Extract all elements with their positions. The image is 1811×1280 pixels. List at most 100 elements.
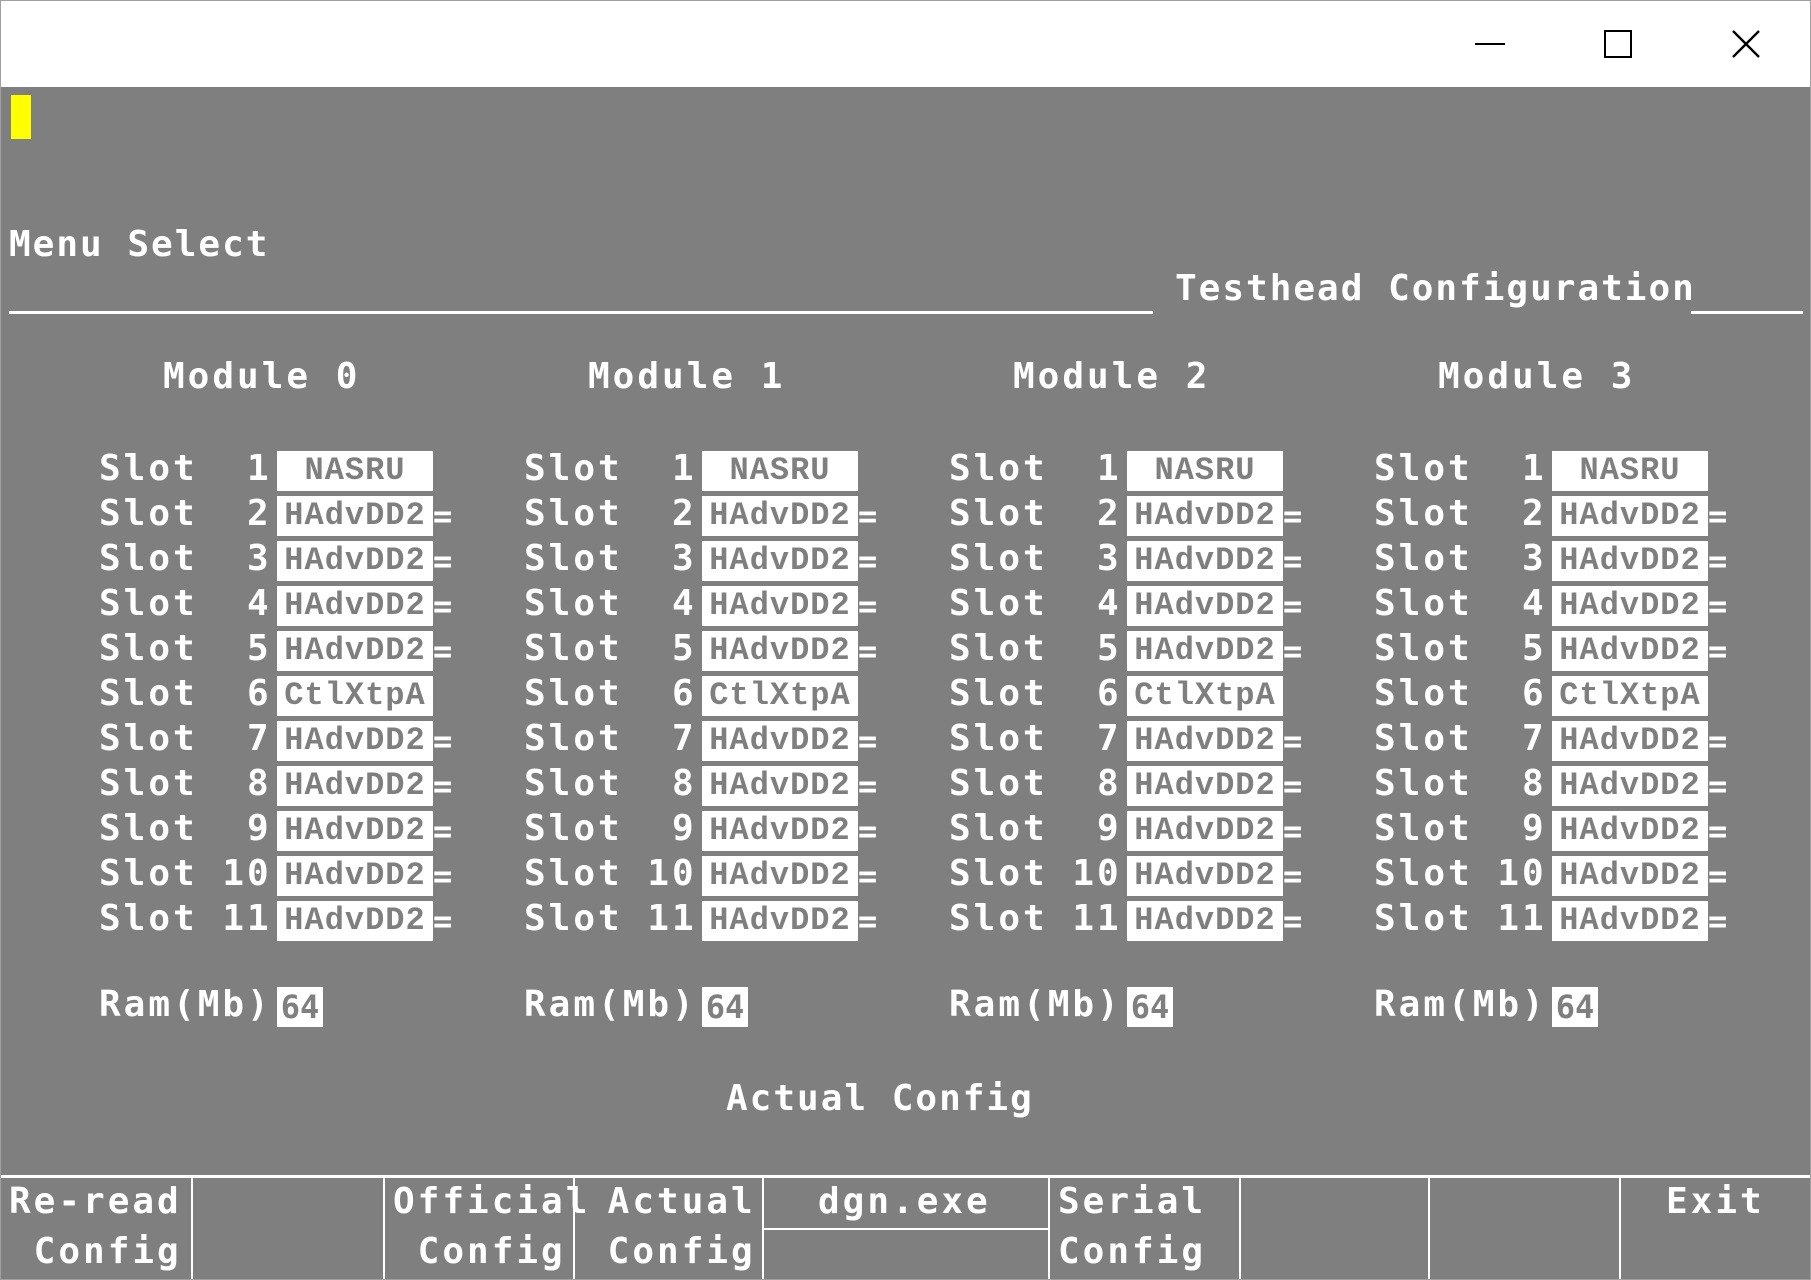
slot-field[interactable]: HAdvDD2 bbox=[1127, 586, 1283, 626]
slot-overflow-marker: = bbox=[858, 857, 878, 895]
slot-field[interactable]: HAdvDD2 bbox=[1552, 496, 1708, 536]
slot-field[interactable]: CtlXtpA bbox=[1127, 676, 1283, 716]
maximize-icon bbox=[1604, 30, 1632, 58]
slot-label: Slot 6 bbox=[949, 673, 1122, 714]
slot-field[interactable]: HAdvDD2 bbox=[702, 856, 858, 896]
slot-field[interactable]: HAdvDD2 bbox=[277, 766, 433, 806]
slot-label: Slot 1 bbox=[99, 448, 272, 489]
close-icon bbox=[1732, 30, 1760, 58]
slot-label: Slot 10 bbox=[99, 853, 272, 894]
slot-field[interactable]: HAdvDD2 bbox=[1127, 811, 1283, 851]
slot-field[interactable]: HAdvDD2 bbox=[1552, 766, 1708, 806]
slot-field[interactable]: HAdvDD2 bbox=[1127, 631, 1283, 671]
slot-field[interactable]: HAdvDD2 bbox=[1552, 721, 1708, 761]
slot-overflow-marker: = bbox=[433, 632, 453, 670]
slot-label: Slot 8 bbox=[1374, 763, 1547, 804]
function-key-7[interactable] bbox=[1241, 1178, 1430, 1279]
slot-field[interactable]: HAdvDD2 bbox=[277, 901, 433, 941]
slot-overflow-marker: = bbox=[858, 587, 878, 625]
module-3-title: Module 3 bbox=[1438, 356, 1636, 397]
slot-field[interactable]: NASRU bbox=[1552, 451, 1708, 491]
slot-field[interactable]: NASRU bbox=[277, 451, 433, 491]
slot-field[interactable]: HAdvDD2 bbox=[277, 586, 433, 626]
slot-field[interactable]: HAdvDD2 bbox=[702, 496, 858, 536]
slot-field[interactable]: HAdvDD2 bbox=[1552, 811, 1708, 851]
slot-field[interactable]: HAdvDD2 bbox=[1127, 541, 1283, 581]
slot-overflow-marker: = bbox=[1283, 902, 1303, 940]
slot-field[interactable]: HAdvDD2 bbox=[702, 586, 858, 626]
function-key-9[interactable]: Exit bbox=[1621, 1178, 1810, 1279]
function-key-label-line2: Config bbox=[9, 1231, 182, 1272]
slot-overflow-marker: = bbox=[1708, 812, 1728, 850]
slot-field[interactable]: HAdvDD2 bbox=[277, 631, 433, 671]
title-bar bbox=[1, 1, 1810, 87]
slot-field[interactable]: CtlXtpA bbox=[702, 676, 858, 716]
text-cursor bbox=[11, 95, 31, 139]
ram-field[interactable]: 64 bbox=[1127, 987, 1173, 1027]
function-key-3[interactable]: Official Config bbox=[385, 1178, 587, 1279]
terminal-screen[interactable]: Menu Select Testhead Configuration Modul… bbox=[1, 87, 1810, 1279]
slot-label: Slot 2 bbox=[949, 493, 1122, 534]
function-key-1[interactable]: Re-read Config bbox=[1, 1178, 193, 1279]
slot-field[interactable]: HAdvDD2 bbox=[1127, 766, 1283, 806]
function-key-2[interactable] bbox=[193, 1178, 385, 1279]
slot-overflow-marker: = bbox=[858, 767, 878, 805]
slot-field[interactable]: HAdvDD2 bbox=[702, 766, 858, 806]
ram-field[interactable]: 64 bbox=[1552, 987, 1598, 1027]
function-key-8[interactable] bbox=[1430, 1178, 1621, 1279]
function-key-label-line1: dgn.exe bbox=[818, 1181, 991, 1222]
slot-field[interactable]: CtlXtpA bbox=[1552, 676, 1708, 716]
function-key-6[interactable]: Serial Config bbox=[1050, 1178, 1241, 1279]
slot-field[interactable]: HAdvDD2 bbox=[277, 496, 433, 536]
slot-field[interactable]: CtlXtpA bbox=[277, 676, 433, 716]
slot-label: Slot 7 bbox=[99, 718, 272, 759]
function-key-5[interactable]: dgn.exe bbox=[764, 1178, 1050, 1279]
slot-field[interactable]: HAdvDD2 bbox=[702, 631, 858, 671]
slot-overflow-marker: = bbox=[1708, 542, 1728, 580]
slot-label: Slot 11 bbox=[1374, 898, 1547, 939]
slot-field[interactable]: HAdvDD2 bbox=[1552, 856, 1708, 896]
slot-field[interactable]: HAdvDD2 bbox=[1552, 901, 1708, 941]
slot-label: Slot 9 bbox=[99, 808, 272, 849]
slot-overflow-marker: = bbox=[1708, 767, 1728, 805]
slot-field[interactable]: HAdvDD2 bbox=[702, 541, 858, 581]
slot-field[interactable]: NASRU bbox=[1127, 451, 1283, 491]
function-key-4[interactable]: Actual Config bbox=[575, 1178, 764, 1279]
slot-field[interactable]: HAdvDD2 bbox=[702, 901, 858, 941]
minimize-button[interactable] bbox=[1426, 1, 1554, 87]
slot-field[interactable]: HAdvDD2 bbox=[1127, 901, 1283, 941]
slot-label: Slot 2 bbox=[524, 493, 697, 534]
slot-label: Slot 6 bbox=[99, 673, 272, 714]
slot-field[interactable]: HAdvDD2 bbox=[277, 856, 433, 896]
slot-overflow-marker: = bbox=[433, 587, 453, 625]
close-button[interactable] bbox=[1682, 1, 1810, 87]
terminal-window: Menu Select Testhead Configuration Modul… bbox=[0, 0, 1811, 1280]
slot-label: Slot 1 bbox=[524, 448, 697, 489]
slot-overflow-marker: = bbox=[858, 632, 878, 670]
slot-label: Slot 11 bbox=[99, 898, 272, 939]
section-title: Testhead Configuration bbox=[1175, 268, 1696, 309]
slot-field[interactable]: HAdvDD2 bbox=[1127, 856, 1283, 896]
slot-overflow-marker: = bbox=[858, 542, 878, 580]
slot-field[interactable]: HAdvDD2 bbox=[277, 721, 433, 761]
ram-field[interactable]: 64 bbox=[702, 987, 748, 1027]
slot-field[interactable]: HAdvDD2 bbox=[1127, 496, 1283, 536]
slot-field[interactable]: HAdvDD2 bbox=[1552, 541, 1708, 581]
function-key-bar: Re-read Config Official Config Actual Con… bbox=[1, 1175, 1810, 1279]
slot-overflow-marker: = bbox=[1708, 632, 1728, 670]
slot-field[interactable]: HAdvDD2 bbox=[702, 811, 858, 851]
slot-field[interactable]: HAdvDD2 bbox=[702, 721, 858, 761]
slot-field[interactable]: HAdvDD2 bbox=[1127, 721, 1283, 761]
slot-field[interactable]: HAdvDD2 bbox=[1552, 631, 1708, 671]
slot-field[interactable]: HAdvDD2 bbox=[1552, 586, 1708, 626]
slot-label: Slot 4 bbox=[1374, 583, 1547, 624]
ram-field[interactable]: 64 bbox=[277, 987, 323, 1027]
slot-label: Slot 2 bbox=[99, 493, 272, 534]
maximize-button[interactable] bbox=[1554, 1, 1682, 87]
slot-field[interactable]: HAdvDD2 bbox=[277, 811, 433, 851]
function-key-label-line1: Re-read bbox=[9, 1181, 182, 1222]
slot-field[interactable]: HAdvDD2 bbox=[277, 541, 433, 581]
function-key-label-line2: Config bbox=[393, 1231, 566, 1272]
slot-overflow-marker: = bbox=[1708, 902, 1728, 940]
slot-field[interactable]: NASRU bbox=[702, 451, 858, 491]
